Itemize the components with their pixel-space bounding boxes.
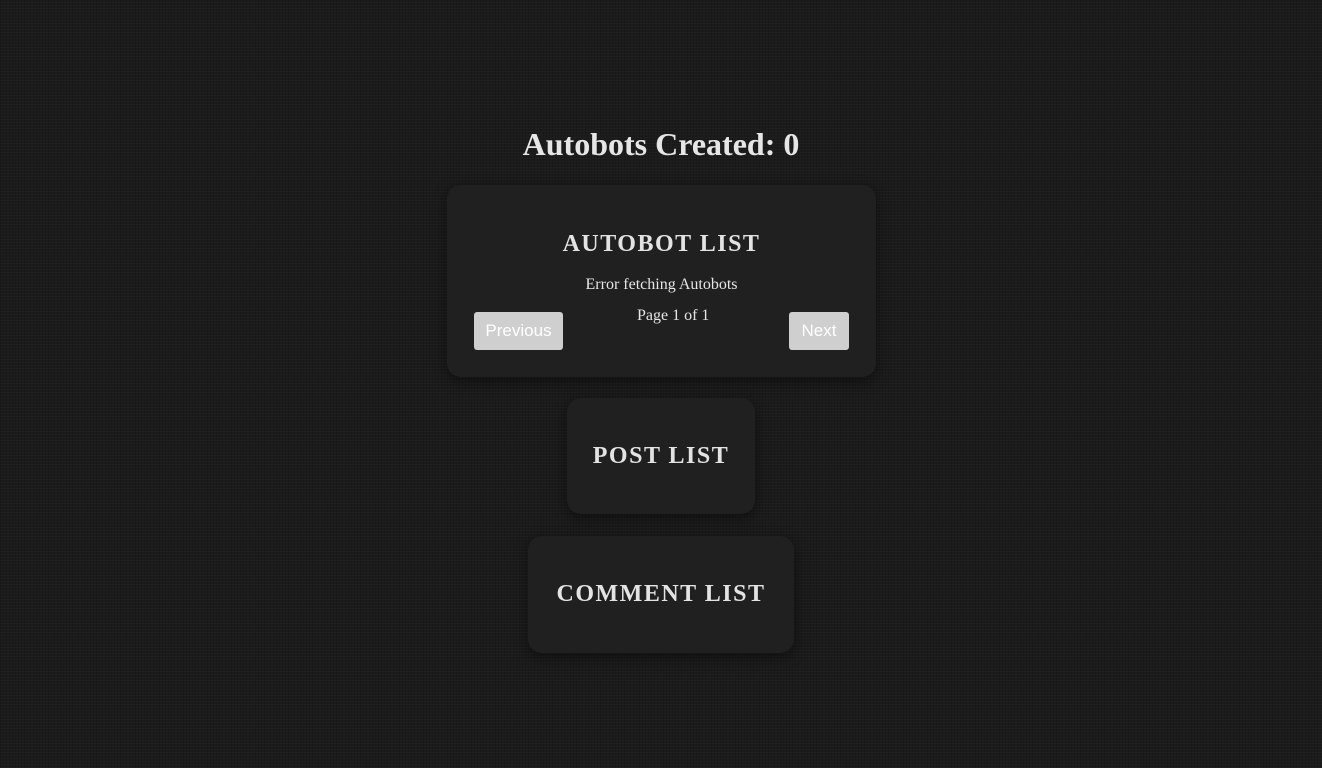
autobot-list-heading: AUTOBOT LIST	[562, 231, 761, 257]
comment-list-heading[interactable]: COMMENT LIST	[528, 579, 794, 609]
page-indicator: Page 1 of 1	[637, 307, 710, 324]
post-list-card[interactable]: POST LIST	[567, 398, 755, 514]
post-list-heading[interactable]: POST LIST	[567, 441, 755, 471]
error-message: Error fetching Autobots	[585, 276, 738, 293]
comment-list-card[interactable]: COMMENT LIST	[528, 536, 794, 653]
page-title: Autobots Created: 0	[522, 126, 800, 162]
next-button[interactable]: Next	[789, 312, 849, 350]
previous-button[interactable]: Previous	[474, 312, 563, 350]
autobot-list-card: AUTOBOT LIST Error fetching Autobots Pre…	[447, 185, 876, 377]
